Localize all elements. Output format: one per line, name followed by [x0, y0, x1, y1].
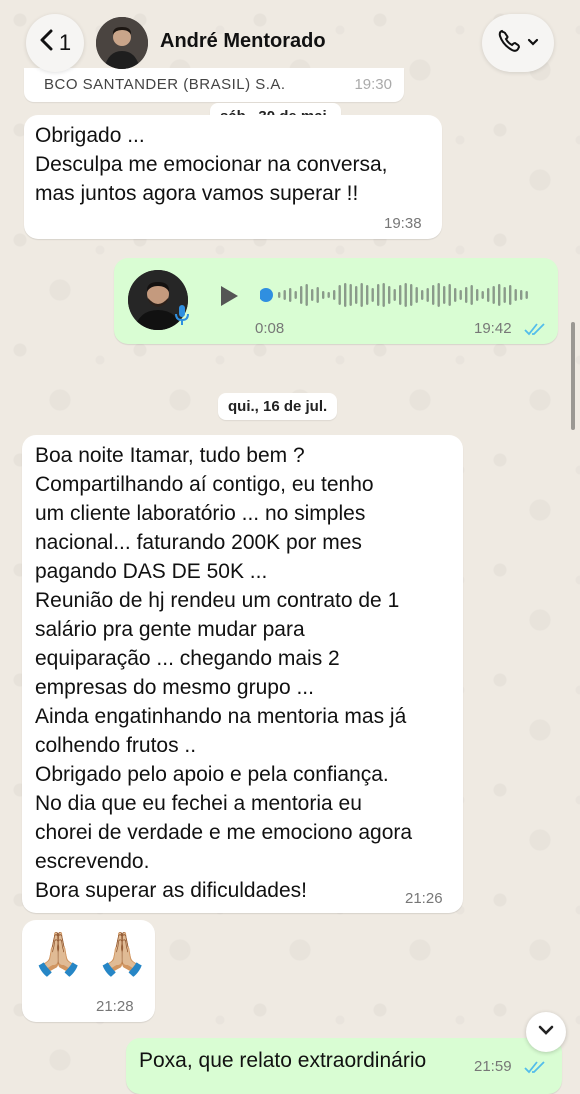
message-time: 19:38 — [384, 215, 422, 232]
voice-message-bubble[interactable]: 0:08 19:42 — [114, 258, 558, 344]
date-separator: qui., 16 de jul. — [218, 393, 338, 420]
contact-avatar[interactable] — [96, 17, 148, 69]
read-receipt-icon — [524, 1061, 545, 1074]
play-icon[interactable] — [218, 284, 240, 308]
microphone-icon — [174, 304, 190, 326]
message-time: 21:28 — [96, 998, 134, 1015]
emoji-message: 🙏🏼 🙏🏼 — [32, 930, 149, 977]
scrollbar[interactable] — [571, 322, 575, 430]
phone-icon — [497, 28, 527, 59]
scroll-to-bottom-button[interactable] — [526, 1012, 566, 1052]
read-receipt-icon — [524, 323, 545, 336]
chevron-left-icon — [39, 29, 55, 57]
incoming-message-bubble[interactable]: Boa noite Itamar, tudo bem ? Compartilha… — [22, 435, 463, 913]
message-time: 19:42 — [474, 320, 512, 337]
message-time: 21:59 — [474, 1058, 512, 1075]
audio-waveform[interactable] — [260, 280, 536, 310]
message-time: 21:26 — [405, 890, 443, 907]
chevron-down-icon — [527, 34, 539, 52]
back-button[interactable]: 1 — [26, 14, 84, 72]
incoming-message-bubble[interactable]: 🙏🏼 🙏🏼 21:28 — [22, 920, 155, 1022]
audio-duration: 0:08 — [255, 320, 285, 337]
unread-count: 1 — [58, 30, 72, 55]
message-text: Obrigado ... Desculpa me emocionar na co… — [35, 124, 388, 205]
contact-name[interactable]: André Mentorado — [160, 30, 326, 53]
chevron-down-icon — [537, 1023, 555, 1041]
message-text: Poxa, que relato extraordinário — [139, 1049, 427, 1072]
chat-header: 1 André Mentorado — [0, 0, 580, 86]
call-button[interactable] — [482, 14, 554, 72]
message-text: Boa noite Itamar, tudo bem ? Compartilha… — [35, 444, 413, 902]
outgoing-message-bubble[interactable]: Poxa, que relato extraordinário 21:59 — [126, 1038, 562, 1094]
incoming-message-bubble[interactable]: Obrigado ... Desculpa me emocionar na co… — [24, 115, 442, 239]
